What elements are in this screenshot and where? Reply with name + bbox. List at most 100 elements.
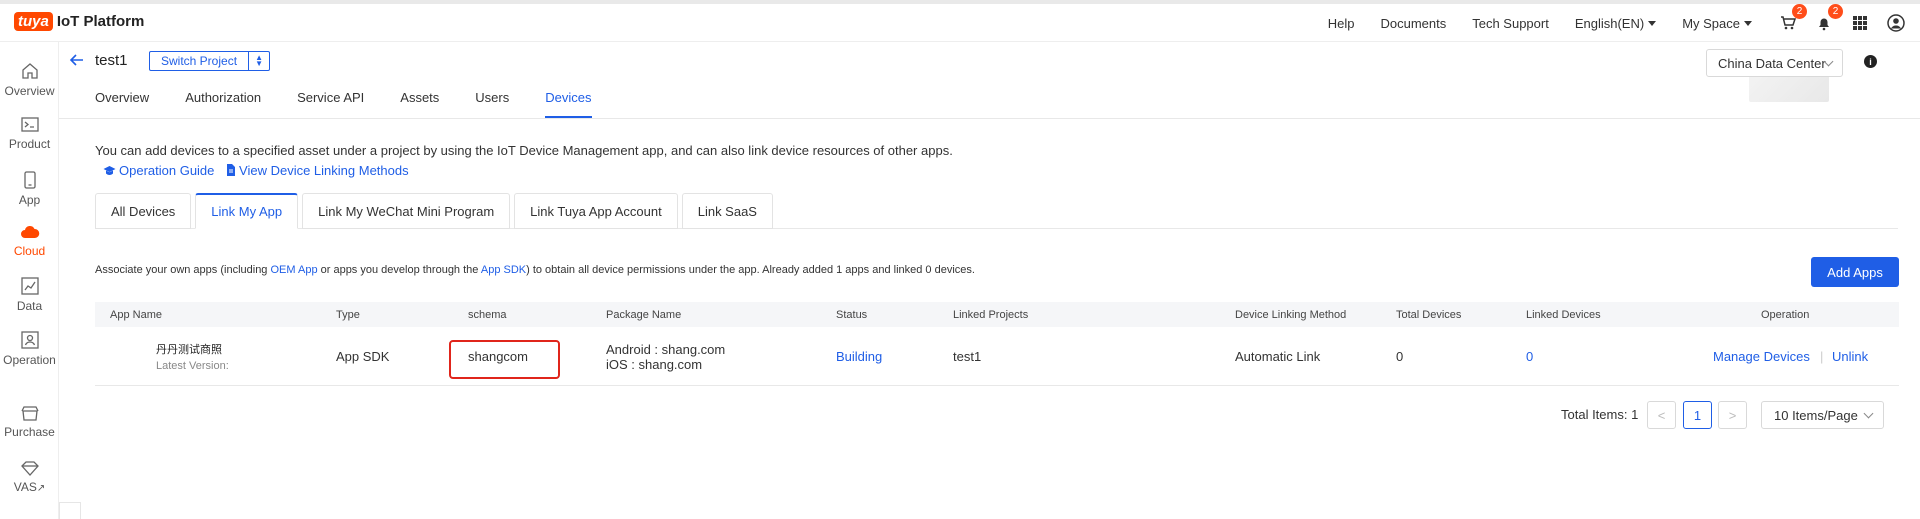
- col-device-linking-method: Device Linking Method: [1235, 309, 1347, 321]
- app-type: App SDK: [336, 349, 390, 364]
- help-link[interactable]: Help: [1328, 16, 1355, 31]
- sidebar: Overview Product App Cloud Data Operatio…: [0, 42, 59, 519]
- my-space-dropdown[interactable]: My Space: [1682, 16, 1752, 31]
- operation-icon: [20, 331, 39, 349]
- user-icon: [1887, 14, 1905, 32]
- notifications-button[interactable]: 2: [1814, 4, 1843, 33]
- terminal-icon: [20, 117, 39, 132]
- add-apps-button[interactable]: Add Apps: [1811, 257, 1899, 287]
- top-nav-links: Help Documents Tech Support English(EN) …: [1328, 4, 1920, 42]
- col-app-name: App Name: [110, 309, 162, 321]
- assoc-prefix: Associate your own apps (including: [95, 264, 271, 276]
- data-center-select[interactable]: China Data Center: [1706, 49, 1843, 77]
- external-link-icon: ↗: [36, 483, 46, 494]
- sidebar-item-vas[interactable]: VAS↗: [0, 460, 59, 494]
- switch-project-button[interactable]: Switch Project ▲ ▼: [149, 51, 271, 71]
- tab-authorization[interactable]: Authorization: [185, 90, 261, 118]
- apps-grid-button[interactable]: [1850, 13, 1870, 33]
- sidebar-item-overview[interactable]: Overview: [0, 62, 59, 98]
- logo[interactable]: tuya IoT Platform: [14, 12, 144, 31]
- tech-support-link[interactable]: Tech Support: [1472, 16, 1549, 31]
- ios-package: iOS : shang.com: [606, 357, 703, 372]
- info-icon[interactable]: i: [1864, 55, 1877, 68]
- col-linked-projects: Linked Projects: [953, 309, 1029, 321]
- app-name: 丹丹测试商照: [156, 344, 222, 356]
- col-schema: schema: [468, 309, 507, 321]
- cloud-icon: [20, 225, 39, 238]
- col-status: Status: [836, 309, 868, 321]
- sidebar-item-purchase[interactable]: Purchase: [0, 405, 59, 439]
- sidebar-collapse-handle[interactable]: [59, 502, 81, 519]
- tab-overview[interactable]: Overview: [95, 90, 149, 118]
- page-1-button[interactable]: 1: [1683, 401, 1712, 429]
- status-building[interactable]: Building: [836, 349, 882, 364]
- linked-projects-value: test1: [953, 349, 982, 364]
- home-icon: [21, 63, 38, 79]
- cart-icon: [1781, 16, 1796, 30]
- sidebar-item-product[interactable]: Product: [0, 117, 59, 151]
- subtab-link-saas[interactable]: Link SaaS: [681, 193, 773, 229]
- oem-app-link[interactable]: OEM App: [270, 264, 317, 276]
- platform-name: IoT Platform: [56, 13, 145, 30]
- documents-link[interactable]: Documents: [1380, 16, 1446, 31]
- top-navigation-bar: tuya IoT Platform Help Documents Tech Su…: [0, 4, 1920, 42]
- tab-assets[interactable]: Assets: [400, 90, 439, 118]
- user-avatar-button[interactable]: [1886, 13, 1906, 33]
- assoc-suffix: ) to obtain all device permissions under…: [526, 264, 975, 276]
- schema-value: shangcom: [468, 349, 528, 364]
- tab-devices[interactable]: Devices: [545, 90, 592, 118]
- col-linked-devices: Linked Devices: [1526, 309, 1601, 321]
- up-down-arrow-icon: ▲ ▼: [255, 53, 263, 68]
- tab-users[interactable]: Users: [475, 90, 509, 118]
- back-button[interactable]: [69, 52, 85, 71]
- cart-button[interactable]: 2: [1778, 4, 1807, 33]
- app-sdk-link[interactable]: App SDK: [481, 264, 526, 276]
- linking-method-value: Automatic Link: [1235, 349, 1321, 364]
- operation-guide-link[interactable]: Operation Guide: [119, 163, 214, 178]
- subtab-link-wechat-mini-program[interactable]: Link My WeChat Mini Program: [302, 193, 511, 229]
- back-arrow-icon: [69, 54, 83, 66]
- table-row: 丹丹测试商照 Latest Version: App SDK shangcom …: [95, 327, 1899, 386]
- sidebar-item-cloud[interactable]: Cloud: [0, 224, 59, 258]
- sidebar-item-label: VAS: [13, 480, 37, 494]
- subtab-all-devices[interactable]: All Devices: [95, 193, 192, 229]
- graduation-cap-icon: [103, 166, 116, 175]
- total-items: Total Items: 1: [1561, 407, 1639, 422]
- android-package: Android : shang.com: [606, 342, 726, 357]
- project-tabs: Overview Authorization Service API Asset…: [95, 90, 628, 118]
- chevron-down-icon: [1863, 408, 1874, 419]
- intro-description: You can add devices to a specified asset…: [95, 141, 955, 181]
- linked-devices-value[interactable]: 0: [1526, 349, 1533, 364]
- subtab-link-tuya-app-account[interactable]: Link Tuya App Account: [514, 193, 678, 229]
- cart-badge: 2: [1792, 4, 1807, 19]
- sidebar-item-operation[interactable]: Operation: [0, 331, 59, 367]
- tab-service-api[interactable]: Service API: [297, 90, 364, 118]
- language-dropdown[interactable]: English(EN): [1575, 16, 1657, 31]
- subtab-link-my-app[interactable]: Link My App: [195, 193, 299, 229]
- col-total-devices: Total Devices: [1396, 309, 1462, 321]
- sidebar-item-label: Operation: [3, 353, 56, 367]
- prev-page-button[interactable]: <: [1647, 401, 1676, 429]
- manage-devices-link[interactable]: Manage Devices: [1713, 349, 1810, 364]
- sidebar-item-app[interactable]: App: [0, 171, 59, 207]
- phone-icon: [23, 171, 36, 189]
- tuya-logo: tuya: [14, 12, 53, 31]
- col-package-name: Package Name: [606, 309, 682, 321]
- bell-icon: [1819, 18, 1829, 31]
- items-per-page-select[interactable]: 10 Items/Page: [1761, 401, 1884, 429]
- sidebar-item-label: Product: [8, 137, 51, 151]
- sidebar-item-data[interactable]: Data: [0, 277, 59, 313]
- sidebar-item-label: Data: [16, 299, 43, 313]
- items-per-page-value: 10 Items/Page: [1774, 407, 1858, 423]
- shop-icon: [20, 406, 39, 421]
- sidebar-item-label: Purchase: [4, 425, 55, 439]
- grid-icon: [1853, 16, 1867, 30]
- view-linking-methods-link[interactable]: View Device Linking Methods: [239, 163, 409, 178]
- next-page-button[interactable]: >: [1718, 401, 1747, 429]
- unlink-link[interactable]: Unlink: [1832, 349, 1868, 364]
- col-type: Type: [336, 309, 360, 321]
- association-description: Associate your own apps (including OEM A…: [95, 264, 975, 276]
- chart-icon: [20, 277, 39, 295]
- my-space-label: My Space: [1682, 15, 1740, 31]
- caret-down-icon: [1648, 20, 1657, 26]
